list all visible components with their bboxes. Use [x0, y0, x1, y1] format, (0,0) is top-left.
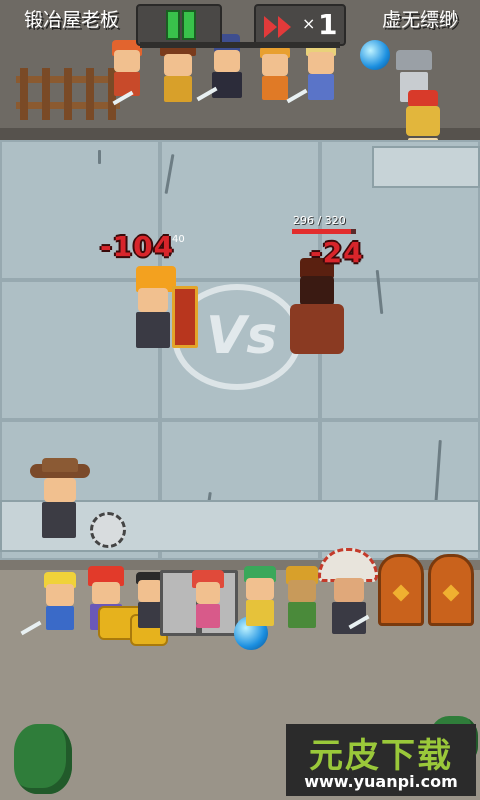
speed-multiplier-value: 1 — [318, 8, 338, 41]
watermark-url: www.yuanpi.com — [304, 772, 458, 791]
speed-button[interactable]: × 1 — [254, 4, 346, 46]
locked-slot[interactable] — [378, 554, 424, 626]
enemy-hp-fill — [292, 229, 352, 234]
watermark-title: 元皮下载 — [309, 736, 453, 776]
wooden-fence — [16, 62, 120, 124]
enemy-hp-text: 296 / 320 — [293, 214, 346, 227]
player-left-name: 锻冶屋老板 — [24, 9, 120, 31]
player-right-name: 虚无缥缈 — [381, 9, 458, 31]
enemy-hp-bar — [292, 229, 356, 234]
pause-button[interactable] — [136, 4, 222, 46]
player-character[interactable] — [282, 566, 322, 632]
pixel-tree — [14, 724, 72, 794]
sapphire-orb — [360, 40, 390, 70]
game-screen: 锻冶屋老板 虚无缥缈 × 1 Vs -104 40 -24 296 / 320 … — [0, 0, 480, 800]
spiked-mace — [86, 508, 130, 552]
speed-multiplier-symbol: × — [302, 14, 316, 33]
player-fighter[interactable] — [128, 266, 202, 356]
player-character[interactable] — [40, 572, 80, 632]
hud-divider — [140, 42, 340, 48]
damage-number-right: -24 — [310, 236, 364, 269]
opponent-character[interactable] — [302, 40, 340, 104]
side-hp-label: 40 — [172, 234, 185, 245]
enemy-fighter[interactable] — [286, 258, 352, 358]
vs-label: Vs — [206, 306, 278, 366]
opponent-character[interactable] — [256, 46, 294, 104]
opponent-character[interactable] — [108, 40, 146, 100]
locked-slot[interactable] — [428, 554, 474, 626]
damage-number-left: -104 — [100, 230, 175, 263]
opponent-character[interactable] — [158, 44, 198, 106]
player-character[interactable] — [240, 566, 280, 630]
watermark-logo: 元皮下载 www.yuanpi.com — [286, 724, 476, 796]
player-character[interactable] — [190, 570, 226, 632]
arena-ledge — [372, 146, 480, 188]
